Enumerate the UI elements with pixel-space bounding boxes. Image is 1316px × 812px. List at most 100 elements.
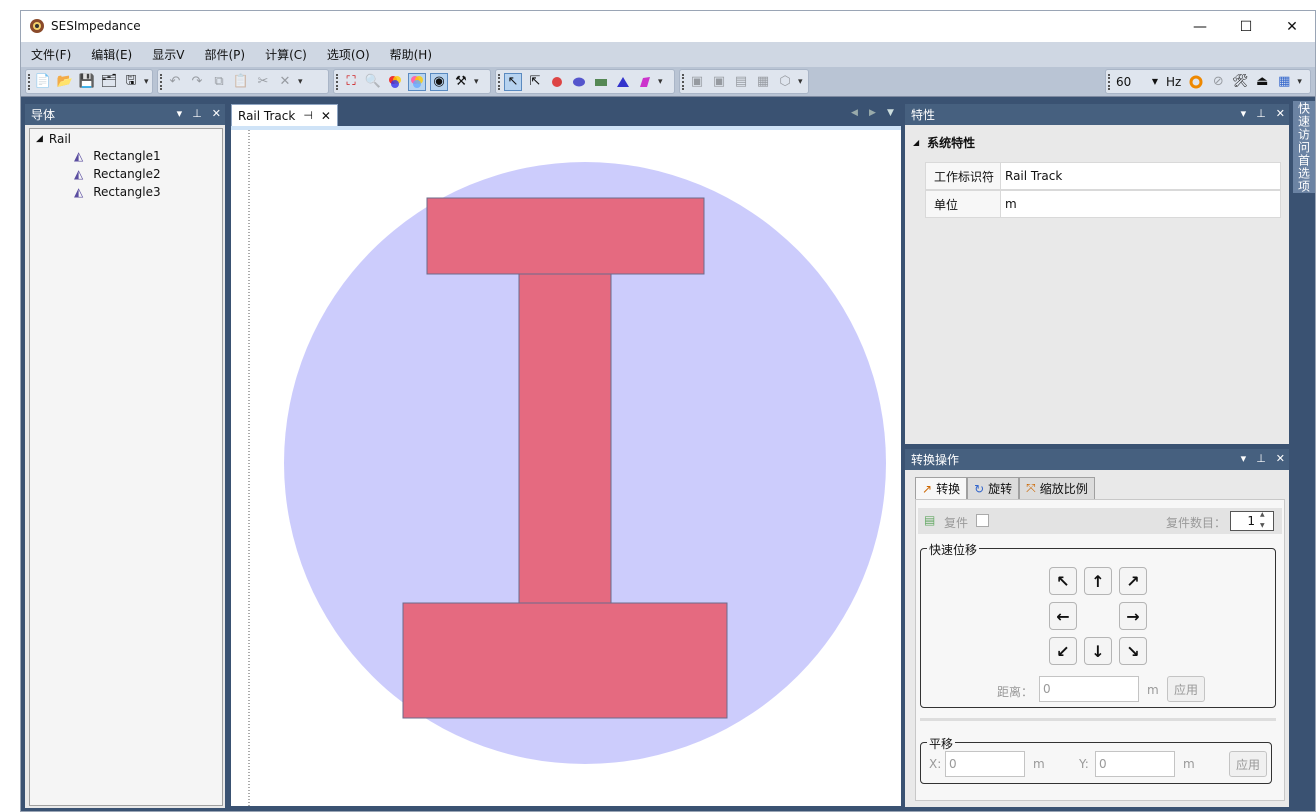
move-up-button[interactable]: ↑	[1084, 567, 1112, 595]
menu-file[interactable]: 文件(F)	[21, 46, 81, 63]
toolbar-overflow-icon[interactable]: ▾	[658, 77, 663, 87]
move-up-right-button[interactable]: ↗	[1119, 567, 1147, 595]
apply-distance-button[interactable]: 应用	[1167, 676, 1205, 702]
property-value[interactable]: Rail Track	[1001, 163, 1280, 189]
tree-node-rail[interactable]: ◢ Rail	[36, 130, 71, 148]
zoom-icon[interactable]: 🔍	[364, 73, 382, 91]
color-wheel-icon[interactable]	[1187, 73, 1205, 91]
scroll-left-icon[interactable]: ◀	[851, 108, 858, 118]
menu-options[interactable]: 选项(O)	[317, 46, 380, 63]
stepper-up-icon[interactable]: ▲	[1260, 511, 1265, 518]
maximize-button[interactable]: ☐	[1223, 11, 1269, 42]
menu-parts[interactable]: 部件(P)	[194, 46, 255, 63]
toolbar-overflow-icon[interactable]: ▾	[474, 77, 479, 87]
close-icon[interactable]: ✕	[212, 107, 221, 120]
polygon-shape-icon[interactable]	[636, 73, 654, 91]
redo-icon[interactable]: ↷	[188, 73, 206, 91]
document-list-icon[interactable]: ▼	[887, 108, 894, 118]
toolbar-overflow-icon[interactable]: ▾	[1297, 77, 1302, 87]
stepper-down-icon[interactable]: ▼	[1260, 522, 1265, 529]
circle-shape-icon[interactable]	[548, 73, 566, 91]
move-left-button[interactable]: ←	[1049, 602, 1077, 630]
drawing-canvas[interactable]	[231, 126, 901, 806]
pin-icon[interactable]: ⊥	[192, 107, 202, 120]
move-up-left-button[interactable]: ↖	[1049, 567, 1077, 595]
align-icon[interactable]: ▤	[732, 73, 750, 91]
pin-icon[interactable]: ⊣	[303, 109, 313, 122]
x-input[interactable]: 0	[945, 751, 1025, 777]
move-down-button[interactable]: ↓	[1084, 637, 1112, 665]
property-section-header[interactable]: ◢ 系统特性	[913, 134, 975, 151]
new-file-icon[interactable]: 📄	[34, 73, 52, 91]
move-right-button[interactable]: →	[1119, 602, 1147, 630]
close-icon[interactable]: ✕	[1276, 452, 1285, 465]
tree-node-rectangle2[interactable]: ◭ Rectangle2	[74, 165, 161, 183]
rectangle2-shape[interactable]	[518, 273, 612, 604]
menu-view[interactable]: 显示V	[142, 46, 194, 63]
paste-icon[interactable]: 📋	[232, 73, 250, 91]
close-icon[interactable]: ✕	[1276, 107, 1285, 120]
ungroup-icon[interactable]: ⬡	[776, 73, 794, 91]
toolbar-overflow-icon[interactable]: ▾	[798, 77, 803, 87]
tab-rail-track[interactable]: Rail Track ⊣ ✕	[231, 104, 338, 126]
pin-icon[interactable]: ⊥	[1256, 107, 1266, 120]
menu-calculate[interactable]: 计算(C)	[255, 46, 317, 63]
cut-icon[interactable]: ✂	[254, 73, 272, 91]
panel-menu-icon[interactable]: ▾	[1241, 107, 1247, 120]
tools-icon[interactable]: ⚒	[452, 73, 470, 91]
panel-menu-icon[interactable]: ▾	[177, 107, 183, 120]
tree-node-rectangle1[interactable]: ◭ Rectangle1	[74, 147, 161, 165]
fill-color-icon[interactable]	[408, 72, 426, 91]
tree-node-rectangle3[interactable]: ◭ Rectangle3	[74, 183, 161, 201]
menu-edit[interactable]: 编辑(E)	[81, 46, 142, 63]
move-down-right-button[interactable]: ↘	[1119, 637, 1147, 665]
rectangle-shape-icon[interactable]	[592, 73, 610, 91]
triangle-shape-icon[interactable]	[614, 73, 632, 91]
close-button[interactable]: ✕	[1269, 11, 1315, 42]
scroll-right-icon[interactable]: ▶	[869, 108, 876, 118]
copy-icon[interactable]: ⧉	[210, 73, 228, 91]
multi-select-icon[interactable]: ⇱	[526, 73, 544, 91]
tab-translate[interactable]: ↗ 转换	[915, 477, 968, 499]
property-value[interactable]: m	[1001, 191, 1280, 217]
rectangle1-shape[interactable]	[426, 197, 705, 275]
undo-icon[interactable]: ↶	[166, 73, 184, 91]
quick-access-side-tab[interactable]: 快速访问首选项	[1293, 101, 1315, 193]
color-icon[interactable]	[386, 73, 404, 91]
move-down-left-button[interactable]: ↙	[1049, 637, 1077, 665]
copy-checkbox[interactable]	[976, 514, 989, 527]
stop-icon[interactable]: ⊘	[1209, 73, 1227, 91]
ellipse-shape-icon[interactable]	[570, 73, 588, 91]
frequency-select[interactable]: 60 ▼	[1112, 72, 1162, 92]
settings-icon[interactable]: 🛠	[1231, 73, 1249, 91]
tab-rotate[interactable]: ↻ 旋转	[967, 477, 1020, 499]
mesh-icon[interactable]: ◉	[430, 72, 448, 91]
send-back-icon[interactable]: ▣	[710, 73, 728, 91]
copy-count-stepper[interactable]: 1	[1230, 511, 1274, 531]
toolbar-overflow-icon[interactable]: ▾	[298, 77, 303, 87]
collapse-icon[interactable]: ◢	[913, 138, 919, 147]
pin-icon[interactable]: ⊥	[1256, 452, 1266, 465]
minimize-button[interactable]: —	[1177, 11, 1223, 42]
panel-menu-icon[interactable]: ▾	[1241, 452, 1247, 465]
distance-input[interactable]: 0	[1039, 676, 1139, 702]
save-all-icon[interactable]: 🗂	[100, 73, 118, 91]
group-icon[interactable]: ▦	[754, 73, 772, 91]
menu-help[interactable]: 帮助(H)	[380, 46, 442, 63]
export-icon[interactable]: ⏏	[1253, 73, 1271, 91]
close-tab-icon[interactable]: ✕	[321, 109, 331, 123]
open-folder-icon[interactable]: 📂	[56, 73, 74, 91]
collapse-icon[interactable]: ◢	[36, 134, 43, 144]
delete-icon[interactable]: ✕	[276, 73, 294, 91]
table-icon[interactable]: ▦	[1275, 73, 1293, 91]
rectangle3-shape[interactable]	[402, 602, 728, 719]
tab-scale[interactable]: ⤧ 缩放比例	[1019, 477, 1095, 499]
bring-front-icon[interactable]: ▣	[688, 73, 706, 91]
pointer-icon[interactable]: ↖	[504, 72, 522, 91]
apply-translate-button[interactable]: 应用	[1229, 751, 1267, 777]
save-icon[interactable]: 💾	[78, 73, 96, 91]
save-as-icon[interactable]: 🖫	[122, 73, 140, 91]
fit-view-icon[interactable]: ⛶	[342, 73, 360, 91]
toolbar-overflow-icon[interactable]: ▾	[144, 77, 149, 87]
y-input[interactable]: 0	[1095, 751, 1175, 777]
